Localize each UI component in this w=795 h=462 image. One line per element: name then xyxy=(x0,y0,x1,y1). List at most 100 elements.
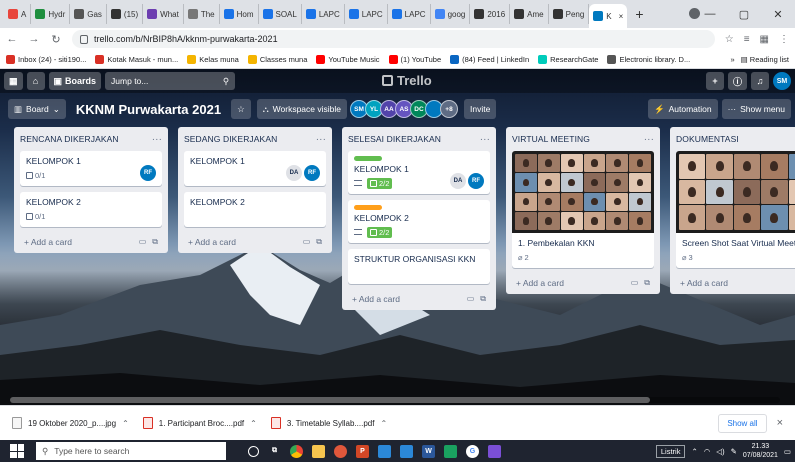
create-icon[interactable]: + xyxy=(705,72,724,90)
add-card-button[interactable]: + Add a card▭⧉ xyxy=(676,274,795,288)
reload-icon[interactable]: ↻ xyxy=(50,33,62,46)
card[interactable]: Screen Shot Saat Virtual Meeting ⌀ 3 xyxy=(676,151,795,268)
volume-icon[interactable]: ◁) xyxy=(716,447,724,456)
url-field[interactable]: trello.com/b/NrBIP8hA/kknm-purwakarta-20… xyxy=(72,30,715,48)
browser-tab[interactable]: goog xyxy=(431,4,471,24)
maximize-icon[interactable]: ▢ xyxy=(727,8,761,21)
teams-icon[interactable] xyxy=(378,444,391,458)
automation-button[interactable]: ⚡ Automation xyxy=(648,99,718,119)
boards-button[interactable]: ▣ Boards xyxy=(48,72,102,90)
maps-icon[interactable] xyxy=(444,444,457,458)
bookmark-item[interactable]: Classes muna xyxy=(247,54,307,64)
apps-grid-icon[interactable]: ▦ xyxy=(4,72,23,90)
chevron-up-icon[interactable]: ⌃ xyxy=(122,419,129,428)
chevron-up-icon[interactable]: ⌃ xyxy=(691,447,697,456)
add-card-button[interactable]: + Add a card▭⧉ xyxy=(20,233,162,247)
list-header[interactable]: SEDANG DIKERJAKAN ··· xyxy=(184,127,326,151)
taskbar-search[interactable]: ⚲ Type here to search xyxy=(36,442,226,460)
card-template-icon[interactable]: ⧉ xyxy=(152,237,158,247)
powerpoint-icon[interactable]: P xyxy=(356,444,369,458)
bookmark-item[interactable]: ResearchGate xyxy=(538,54,598,64)
card[interactable]: 1. Pembekalan KKN ⌀ 2 xyxy=(512,151,654,268)
card-template-icon[interactable]: ⧉ xyxy=(644,278,650,288)
bookmarks-more[interactable]: » xyxy=(730,55,734,64)
scrollbar-thumb[interactable] xyxy=(10,397,650,403)
card[interactable]: KELOMPOK 2 0/1 xyxy=(20,192,162,227)
add-card-button[interactable]: + Add a card▭⧉ xyxy=(348,290,490,304)
list-header[interactable]: DOKUMENTASI··· xyxy=(676,127,795,151)
card-label[interactable] xyxy=(354,156,382,161)
close-downloads-icon[interactable]: × xyxy=(777,417,783,429)
google-icon[interactable]: G xyxy=(466,444,479,458)
bookmark-item[interactable]: Kotak Masuk - mun... xyxy=(95,54,178,64)
card[interactable]: KELOMPOK 1 2/2 DA RF xyxy=(348,151,490,194)
back-icon[interactable]: ← xyxy=(6,33,18,45)
bookmark-item[interactable]: YouTube Music xyxy=(316,54,380,64)
list-menu-icon[interactable]: ··· xyxy=(316,134,326,145)
cortana-icon[interactable] xyxy=(248,445,259,457)
user-avatar[interactable]: SM xyxy=(773,72,791,90)
list-header[interactable]: RENCANA DIKERJAKAN ··· xyxy=(20,127,162,151)
close-window-icon[interactable]: ✕ xyxy=(761,8,795,21)
list-menu-icon[interactable]: ··· xyxy=(152,134,162,145)
template-icon[interactable]: ▭ xyxy=(467,294,475,304)
star-board-button[interactable]: ☆ xyxy=(231,99,251,119)
card[interactable]: KELOMPOK 2 2/2 xyxy=(348,200,490,243)
kebab-menu-icon[interactable]: ⋮ xyxy=(779,34,789,45)
chevron-up-icon[interactable]: ⌃ xyxy=(250,419,257,428)
download-item[interactable]: 1. Participant Broc....pdf ⌃ xyxy=(142,417,257,429)
card-member-avatar[interactable]: DA xyxy=(286,165,302,181)
reading-mode-icon[interactable]: ≡ xyxy=(744,34,750,45)
template-icon[interactable]: ▭ xyxy=(631,278,639,288)
browser-tab[interactable]: Gas xyxy=(70,4,107,24)
browser-tab[interactable]: Hom xyxy=(220,4,259,24)
show-all-button[interactable]: Show all xyxy=(718,413,767,433)
add-card-button[interactable]: + Add a card▭⧉ xyxy=(512,274,654,288)
browser-tab[interactable]: Hydr xyxy=(31,4,71,24)
bookmark-item[interactable]: (1) YouTube xyxy=(388,54,441,64)
bookmark-item[interactable]: Inbox (24) - siti190... xyxy=(6,54,86,64)
card-label[interactable] xyxy=(354,205,382,210)
download-item[interactable]: 19 Oktober 2020_p....jpg ⌃ xyxy=(12,417,129,429)
wifi-icon[interactable]: ◠ xyxy=(704,447,711,456)
info-icon[interactable]: ⓘ xyxy=(727,72,747,90)
invite-button[interactable]: Invite xyxy=(464,99,497,119)
browser-tab[interactable]: Peng xyxy=(549,4,590,24)
clock[interactable]: 21.33 07/08/2021 xyxy=(743,442,778,460)
card[interactable]: KELOMPOK 1 0/1 RF xyxy=(20,151,162,186)
forward-icon[interactable]: → xyxy=(28,33,40,45)
board-view-switcher[interactable]: ▥ Board ⌄ xyxy=(8,99,66,119)
word-icon[interactable]: W xyxy=(422,444,435,458)
browser-tab[interactable]: SOAL xyxy=(259,4,302,24)
browser-tab[interactable]: LAPC xyxy=(302,4,345,24)
card-member-avatar[interactable]: RF xyxy=(468,173,484,189)
bookmark-item[interactable]: Electronic library. D... xyxy=(607,54,690,64)
member-avatar[interactable]: +8 xyxy=(440,100,458,118)
card-member-avatar[interactable]: DA xyxy=(450,173,466,189)
card-member-avatar[interactable]: RF xyxy=(304,165,320,181)
browser-tab[interactable]: LAPC xyxy=(388,4,431,24)
notification-bell-icon[interactable]: ♫ xyxy=(751,72,769,90)
visibility-button[interactable]: ⛬ Workspace visible xyxy=(256,99,347,119)
browser-tab[interactable]: A xyxy=(4,4,32,24)
show-menu-button[interactable]: ··· Show menu xyxy=(721,99,791,119)
trello-logo[interactable]: Trello xyxy=(382,73,432,88)
browser-tab[interactable]: The xyxy=(184,4,220,24)
card-template-icon[interactable]: ⧉ xyxy=(480,294,486,304)
close-tab-icon[interactable]: × xyxy=(619,12,624,21)
pen-icon[interactable]: ✎ xyxy=(731,447,737,456)
mail-icon[interactable] xyxy=(400,444,413,458)
file-explorer-icon[interactable] xyxy=(312,444,325,458)
list-menu-icon[interactable]: ··· xyxy=(644,134,654,145)
bookmark-item[interactable]: (84) Feed | LinkedIn xyxy=(450,54,529,64)
new-tab-button[interactable]: + xyxy=(627,6,651,22)
task-view-icon[interactable]: ⧉ xyxy=(268,445,281,458)
template-icon[interactable]: ▭ xyxy=(139,237,147,247)
browser-tab[interactable]: LAPC xyxy=(345,4,388,24)
board-title[interactable]: KKNM Purwakarta 2021 xyxy=(72,102,225,117)
extensions-icon[interactable]: ▦ xyxy=(760,34,769,45)
template-icon[interactable]: ▭ xyxy=(303,237,311,247)
list-header[interactable]: VIRTUAL MEETING ··· xyxy=(512,127,654,151)
card-template-icon[interactable]: ⧉ xyxy=(316,237,322,247)
media-player-icon[interactable] xyxy=(334,444,347,458)
